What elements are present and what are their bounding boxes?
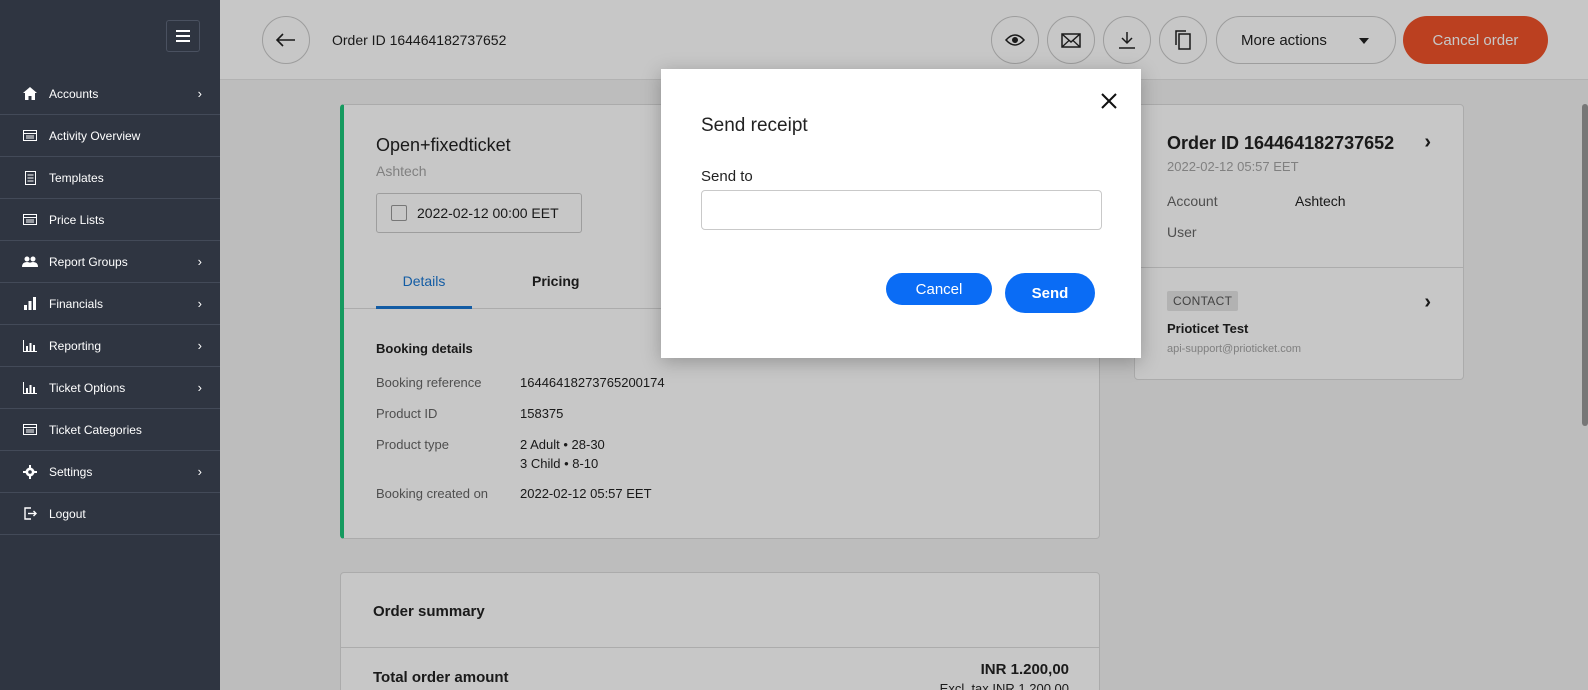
sidebar-item-accounts[interactable]: Accounts › <box>0 73 220 115</box>
list-icon <box>22 213 38 227</box>
sidebar: Accounts › Activity Overview Templates P… <box>0 0 220 690</box>
sidebar-item-label: Accounts <box>49 86 99 101</box>
bar-chart-icon <box>22 297 38 311</box>
document-icon <box>22 170 38 185</box>
sidebar-item-price-lists[interactable]: Price Lists <box>0 199 220 241</box>
sidebar-item-report-groups[interactable]: Report Groups › <box>0 241 220 283</box>
send-button[interactable]: Send <box>1005 273 1095 313</box>
list-icon <box>22 129 38 143</box>
modal-title: Send receipt <box>701 115 808 136</box>
close-icon <box>1101 93 1117 109</box>
chevron-right-icon: › <box>197 380 202 395</box>
sidebar-item-label: Ticket Categories <box>49 422 142 437</box>
hamburger-icon <box>176 30 190 42</box>
list-icon <box>22 423 38 437</box>
sidebar-item-templates[interactable]: Templates <box>0 157 220 199</box>
send-to-input[interactable] <box>701 190 1102 230</box>
sidebar-item-settings[interactable]: Settings › <box>0 451 220 493</box>
hamburger-menu-button[interactable] <box>166 20 200 52</box>
sidebar-item-label: Templates <box>49 170 104 185</box>
sidebar-item-ticket-categories[interactable]: Ticket Categories <box>0 409 220 451</box>
send-receipt-modal: Send receipt Send to Cancel Send <box>661 69 1141 358</box>
chevron-right-icon: › <box>197 86 202 101</box>
chart-icon <box>22 339 38 353</box>
close-button[interactable] <box>1099 91 1119 111</box>
chevron-right-icon: › <box>197 254 202 269</box>
sidebar-item-reporting[interactable]: Reporting › <box>0 325 220 367</box>
chart-icon <box>22 381 38 395</box>
home-icon <box>22 87 38 101</box>
sidebar-item-label: Price Lists <box>49 212 105 227</box>
chevron-right-icon: › <box>197 464 202 479</box>
sidebar-item-label: Logout <box>49 506 86 521</box>
sidebar-item-financials[interactable]: Financials › <box>0 283 220 325</box>
sidebar-item-label: Reporting <box>49 338 102 353</box>
chevron-right-icon: › <box>197 296 202 311</box>
sidebar-item-logout[interactable]: Logout <box>0 493 220 535</box>
sidebar-item-ticket-options[interactable]: Ticket Options › <box>0 367 220 409</box>
send-to-label: Send to <box>701 168 753 185</box>
sidebar-item-label: Report Groups <box>49 254 128 269</box>
cancel-button[interactable]: Cancel <box>886 273 992 305</box>
sidebar-item-label: Ticket Options <box>49 380 126 395</box>
chevron-right-icon: › <box>197 338 202 353</box>
sidebar-item-label: Financials <box>49 296 104 311</box>
sidebar-item-label: Settings <box>49 464 93 479</box>
sidebar-item-label: Activity Overview <box>49 128 141 143</box>
sidebar-item-activity-overview[interactable]: Activity Overview <box>0 115 220 157</box>
gear-icon <box>22 464 38 479</box>
logout-icon <box>22 507 38 521</box>
users-icon <box>22 255 38 269</box>
sidebar-nav: Accounts › Activity Overview Templates P… <box>0 73 220 535</box>
